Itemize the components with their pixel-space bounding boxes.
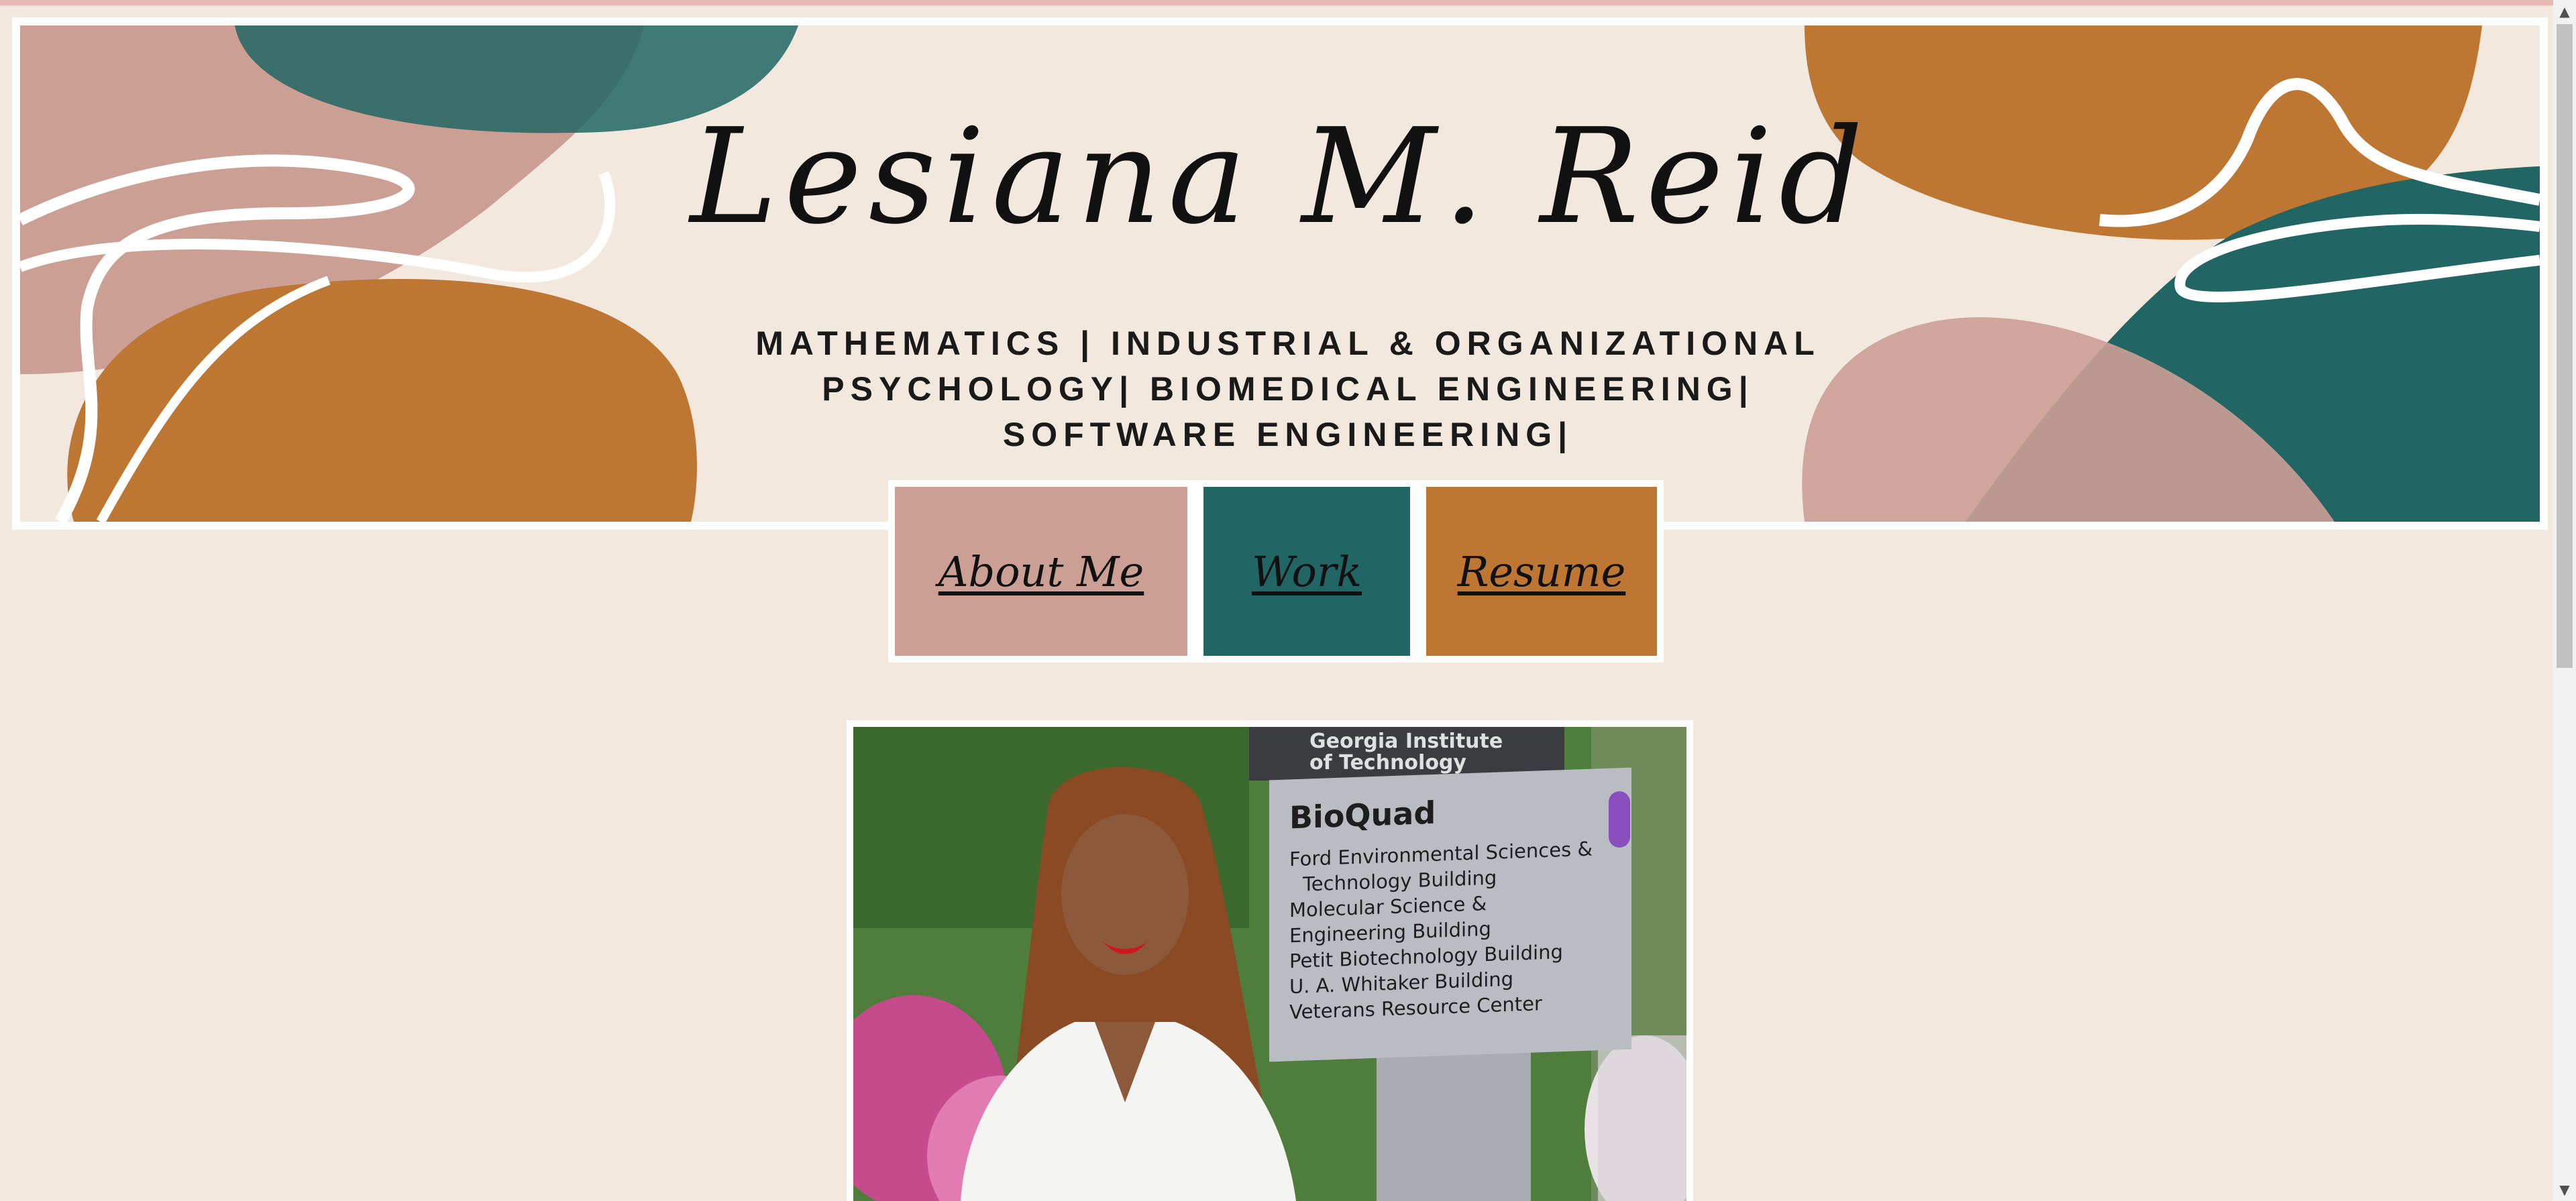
subtitle-line: PSYCHOLOGY| BIOMEDICAL ENGINEERING| — [822, 370, 1754, 408]
sign-header-line: Georgia Institute — [1309, 730, 1503, 753]
bioquad-sign: BioQuad Ford Environmental Sciences & Te… — [1269, 767, 1631, 1062]
subtitle-line: MATHEMATICS | INDUSTRIAL & ORGANIZATIONA… — [755, 325, 1821, 362]
vertical-scrollbar[interactable]: ▲ ▼ — [2553, 0, 2576, 1201]
site-title: Lesiana M. Reid — [690, 101, 1870, 253]
top-rule — [0, 0, 2553, 7]
nav-resume-link[interactable]: Resume — [1426, 487, 1657, 656]
nav-work-link[interactable]: Work — [1203, 487, 1410, 656]
profile-photo: Georgia Institute of Technology BioQuad … — [853, 727, 1686, 1201]
main-nav: About Me Work Resume — [888, 480, 1664, 663]
nav-about-me-link[interactable]: About Me — [895, 487, 1187, 656]
sign-badge — [1609, 791, 1630, 848]
scroll-down-icon[interactable]: ▼ — [2553, 1178, 2576, 1201]
sign-title: BioQuad — [1289, 794, 1436, 836]
subtitle-line: SOFTWARE ENGINEERING| — [1002, 416, 1574, 453]
scroll-thumb[interactable] — [2557, 24, 2573, 668]
header-banner: Lesiana M. Reid MATHEMATICS | INDUSTRIAL… — [12, 17, 2548, 530]
scroll-up-icon[interactable]: ▲ — [2553, 0, 2576, 23]
profile-photo-frame: Georgia Institute of Technology BioQuad … — [847, 720, 1693, 1201]
site-subtitle: MATHEMATICS | INDUSTRIAL & ORGANIZATIONA… — [664, 321, 1912, 457]
